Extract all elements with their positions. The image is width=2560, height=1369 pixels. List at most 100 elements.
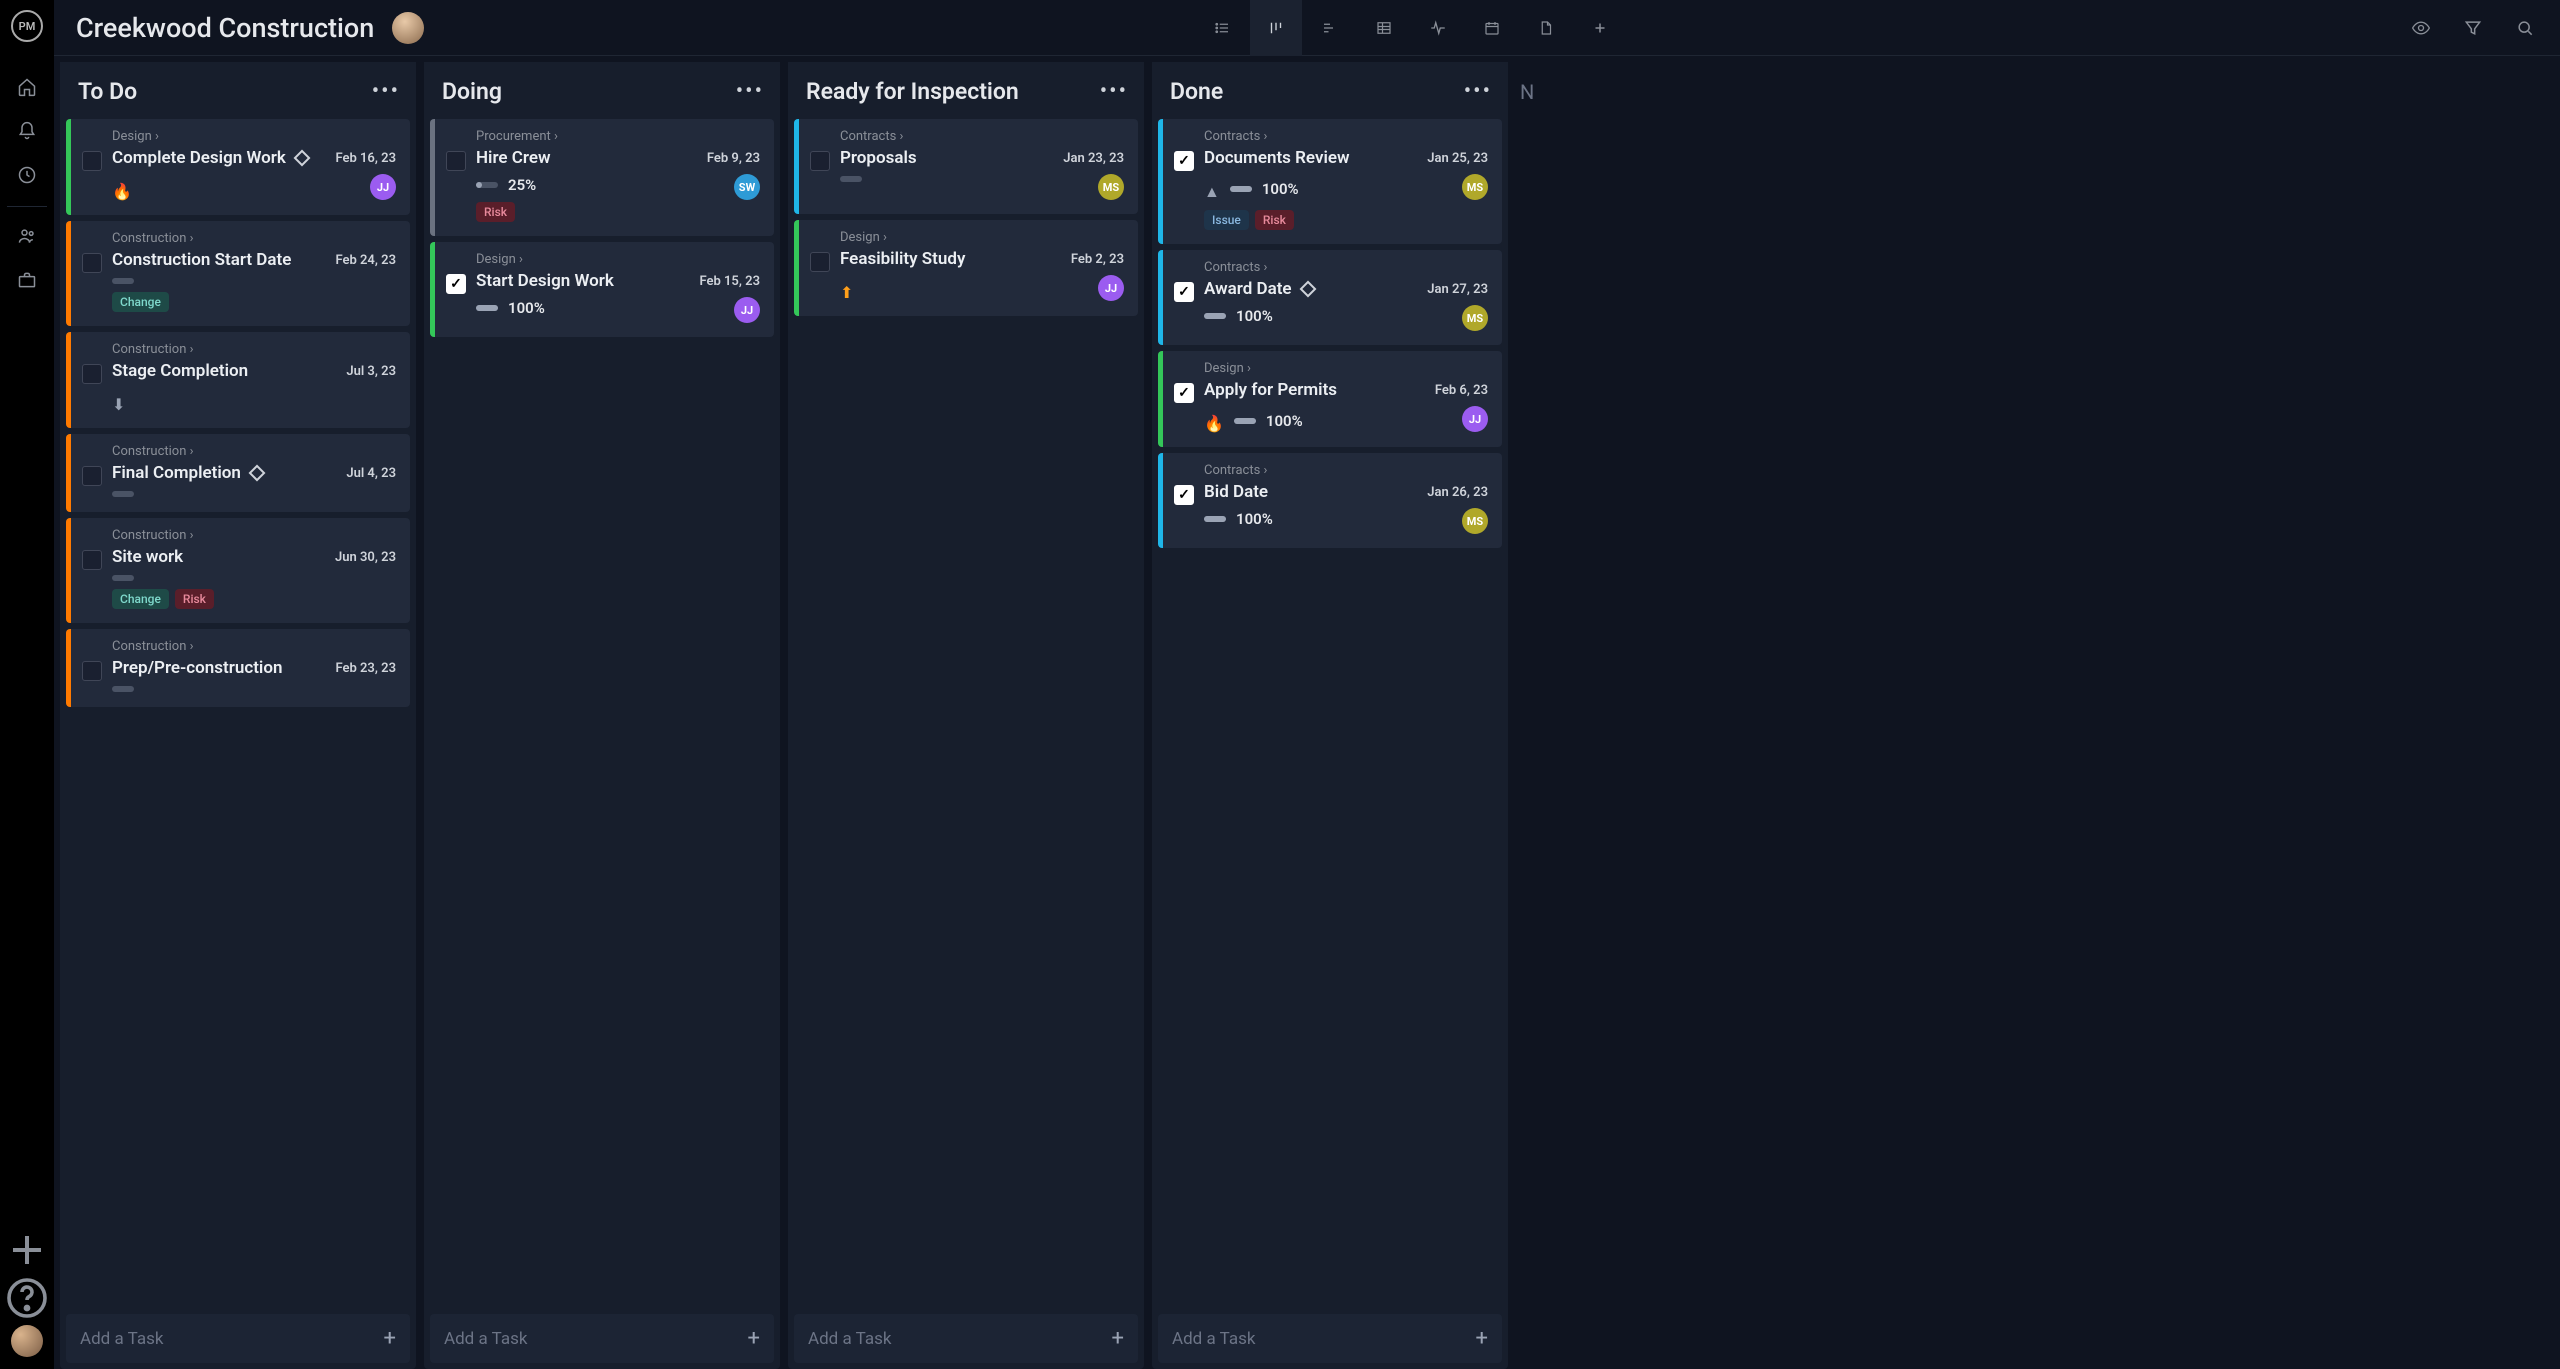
task-category[interactable]: Construction [112, 528, 330, 543]
nav-people-icon[interactable] [3, 215, 51, 257]
task-card[interactable]: Design Start Design Work 100% Feb 15, 23… [430, 242, 774, 337]
view-board-icon[interactable] [1250, 0, 1302, 56]
task-card[interactable]: Design Feasibility Study ⬆ Feb 2, 23 JJ [794, 220, 1138, 316]
view-sheet-icon[interactable] [1358, 0, 1410, 56]
add-task-label: Add a Task [80, 1329, 163, 1349]
project-title[interactable]: Creekwood Construction [76, 12, 374, 44]
task-title: Feasibility Study [840, 249, 965, 269]
assignee-avatar[interactable]: MS [1462, 508, 1488, 534]
column-menu-icon[interactable]: ••• [736, 79, 764, 104]
add-task-input[interactable]: Add a Task + [66, 1314, 410, 1363]
app-logo[interactable]: PM [11, 10, 43, 42]
task-checkbox[interactable] [82, 253, 102, 273]
task-category[interactable]: Design [1204, 361, 1422, 376]
search-icon[interactable] [2502, 0, 2548, 56]
milestone-icon [1299, 281, 1316, 298]
task-category[interactable]: Construction [112, 444, 330, 459]
project-avatar[interactable] [392, 12, 424, 44]
nav-help-icon[interactable] [3, 1277, 51, 1319]
task-category[interactable]: Construction [112, 639, 330, 654]
tag-issue[interactable]: Issue [1204, 210, 1249, 230]
task-checkbox[interactable] [810, 252, 830, 272]
tag-change[interactable]: Change [112, 589, 169, 609]
task-category[interactable]: Contracts [1204, 129, 1422, 144]
task-category[interactable]: Contracts [1204, 463, 1422, 478]
column-menu-icon[interactable]: ••• [1100, 79, 1128, 104]
assignee-avatar[interactable]: MS [1098, 174, 1124, 200]
assignee-avatar[interactable]: SW [734, 174, 760, 200]
nav-bell-icon[interactable] [3, 110, 51, 152]
task-card[interactable]: Procurement Hire Crew 25% Risk Feb 9, 23… [430, 119, 774, 236]
kanban-board: To Do ••• Design Complete Design Work 🔥 … [54, 56, 2560, 1369]
visibility-icon[interactable] [2398, 0, 2444, 56]
add-task-input[interactable]: Add a Task + [794, 1314, 1138, 1363]
task-card[interactable]: Contracts Bid Date 100% Jan 26, 23 MS [1158, 453, 1502, 548]
view-activity-icon[interactable] [1412, 0, 1464, 56]
add-task-input[interactable]: Add a Task + [430, 1314, 774, 1363]
card-stripe [66, 119, 71, 215]
task-category[interactable]: Design [112, 129, 330, 144]
view-add-icon[interactable] [1574, 0, 1626, 56]
task-checkbox[interactable] [82, 151, 102, 171]
view-list-icon[interactable] [1196, 0, 1248, 56]
add-task-input[interactable]: Add a Task + [1158, 1314, 1502, 1363]
task-checkbox[interactable] [82, 661, 102, 681]
task-checkbox[interactable] [82, 364, 102, 384]
task-category[interactable]: Procurement [476, 129, 694, 144]
task-checkbox[interactable] [1174, 485, 1194, 505]
column-menu-icon[interactable]: ••• [372, 79, 400, 104]
nav-home-icon[interactable] [3, 66, 51, 108]
task-category[interactable]: Construction [112, 231, 330, 246]
tag-change[interactable]: Change [112, 292, 169, 312]
task-category[interactable]: Design [476, 252, 694, 267]
task-card[interactable]: Construction Stage Completion ⬇ Jul 3, 2… [66, 332, 410, 428]
tag-risk[interactable]: Risk [476, 202, 515, 222]
task-checkbox[interactable] [810, 151, 830, 171]
task-card[interactable]: Contracts Proposals Jan 23, 23 MS [794, 119, 1138, 214]
progress-bar [840, 176, 862, 182]
task-checkbox[interactable] [446, 274, 466, 294]
task-category[interactable]: Construction [112, 342, 330, 357]
task-card[interactable]: Contracts Documents Review ▲ 100% IssueR… [1158, 119, 1502, 244]
plus-icon[interactable]: + [1476, 1326, 1488, 1351]
task-card[interactable]: Contracts Award Date 100% Jan 27, 23 MS [1158, 250, 1502, 345]
filter-icon[interactable] [2450, 0, 2496, 56]
task-checkbox[interactable] [1174, 282, 1194, 302]
view-gantt-icon[interactable] [1304, 0, 1356, 56]
task-category[interactable]: Design [840, 230, 1058, 245]
nav-add-icon[interactable] [3, 1229, 51, 1271]
assignee-avatar[interactable]: JJ [734, 297, 760, 323]
tag-risk[interactable]: Risk [1255, 210, 1294, 230]
tag-risk[interactable]: Risk [175, 589, 214, 609]
card-stripe [1158, 119, 1163, 244]
nav-briefcase-icon[interactable] [3, 259, 51, 301]
task-card[interactable]: Construction Site work ChangeRisk Jun 30… [66, 518, 410, 623]
nav-clock-icon[interactable] [3, 154, 51, 196]
view-calendar-icon[interactable] [1466, 0, 1518, 56]
task-card[interactable]: Construction Prep/Pre-construction Feb 2… [66, 629, 410, 707]
task-card[interactable]: Construction Final Completion Jul 4, 23 [66, 434, 410, 512]
column-menu-icon[interactable]: ••• [1464, 79, 1492, 104]
task-card[interactable]: Design Apply for Permits 🔥 100% Feb 6, 2… [1158, 351, 1502, 447]
user-avatar[interactable] [11, 1325, 43, 1357]
assignee-avatar[interactable]: JJ [1098, 275, 1124, 301]
task-card[interactable]: Design Complete Design Work 🔥 Feb 16, 23… [66, 119, 410, 215]
task-title: Hire Crew [476, 148, 551, 168]
assignee-avatar[interactable]: MS [1462, 174, 1488, 200]
plus-icon[interactable]: + [1112, 1326, 1124, 1351]
assignee-avatar[interactable]: JJ [1462, 406, 1488, 432]
assignee-avatar[interactable]: JJ [370, 174, 396, 200]
sidebar-separator [7, 206, 47, 207]
plus-icon[interactable]: + [748, 1326, 760, 1351]
task-category[interactable]: Contracts [840, 129, 1058, 144]
task-card[interactable]: Construction Construction Start Date Cha… [66, 221, 410, 326]
view-files-icon[interactable] [1520, 0, 1572, 56]
task-category[interactable]: Contracts [1204, 260, 1422, 275]
task-checkbox[interactable] [82, 550, 102, 570]
task-checkbox[interactable] [1174, 383, 1194, 403]
plus-icon[interactable]: + [384, 1326, 396, 1351]
task-checkbox[interactable] [82, 466, 102, 486]
assignee-avatar[interactable]: MS [1462, 305, 1488, 331]
task-checkbox[interactable] [1174, 151, 1194, 171]
task-checkbox[interactable] [446, 151, 466, 171]
